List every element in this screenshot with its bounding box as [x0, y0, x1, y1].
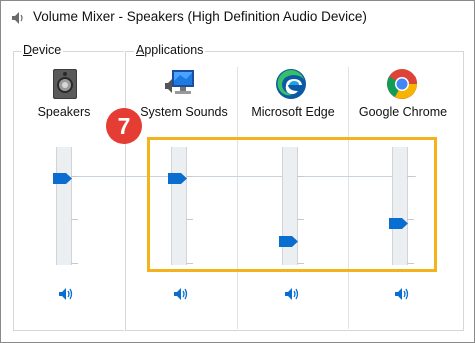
device-group-label: Device: [21, 43, 64, 57]
master-volume-reference-line: [71, 176, 416, 177]
device-mute-speaker-icon[interactable]: [58, 287, 74, 301]
slider-thumb-icon: [279, 236, 298, 247]
title-bar: Volume Mixer - Speakers (High Definition…: [1, 1, 474, 33]
device-volume-track[interactable]: [56, 147, 72, 265]
chrome-icon: [387, 69, 418, 99]
slider-thumb-icon: [168, 173, 187, 184]
app-name-system-sounds: System Sounds: [140, 105, 228, 119]
applications-group-label: Applications: [134, 43, 206, 57]
microsoft-edge-volume-track[interactable]: [282, 147, 298, 265]
window-title: Volume Mixer - Speakers (High Definition…: [33, 9, 367, 24]
device-name: Speakers: [37, 105, 91, 119]
slider-thumb-icon: [389, 218, 408, 229]
slider-thumb-icon: [53, 173, 72, 184]
system-sounds-volume-slider[interactable]: [168, 171, 187, 184]
column-divider: [237, 67, 238, 329]
google-chrome-volume-slider[interactable]: [389, 216, 408, 229]
app-name-microsoft-edge: Microsoft Edge: [251, 105, 335, 119]
speaker-device-icon: [53, 69, 77, 99]
volume-mixer-window: Volume Mixer - Speakers (High Definition…: [0, 0, 475, 343]
system-sounds-mute-speaker-icon[interactable]: [173, 287, 189, 301]
system-sounds-icon: [165, 70, 194, 94]
speaker-icon: [12, 12, 23, 24]
app-name-google-chrome: Google Chrome: [358, 105, 448, 119]
google-chrome-volume-track[interactable]: [392, 147, 408, 265]
device-volume-slider[interactable]: [53, 171, 72, 184]
edge-icon: [276, 69, 306, 99]
column-divider: [348, 67, 349, 329]
step-number-badge: 7: [106, 108, 142, 144]
microsoft-edge-mute-speaker-icon[interactable]: [284, 287, 300, 301]
google-chrome-mute-speaker-icon[interactable]: [394, 287, 410, 301]
microsoft-edge-volume-slider[interactable]: [279, 234, 298, 247]
system-sounds-volume-track[interactable]: [171, 147, 187, 265]
